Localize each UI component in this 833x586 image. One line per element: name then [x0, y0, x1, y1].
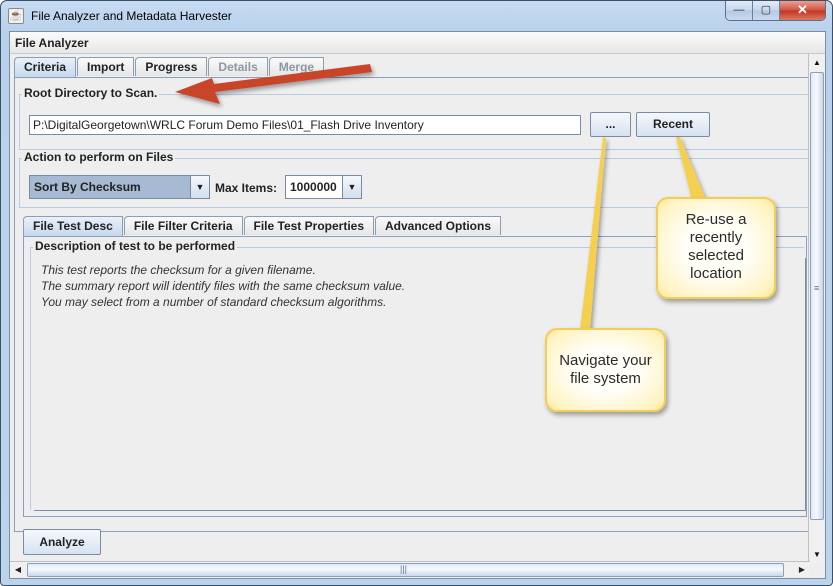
scroll-right-icon[interactable]: ▶: [794, 562, 810, 578]
title-bar[interactable]: ☕ File Analyzer and Metadata Harvester —…: [1, 1, 832, 31]
max-items-value: 1000000: [286, 176, 342, 198]
description-text: This test reports the checksum for a giv…: [41, 262, 405, 310]
vertical-scroll-thumb[interactable]: ≡: [810, 72, 824, 520]
description-line: This test reports the checksum for a giv…: [41, 263, 316, 277]
grip-icon: |||: [400, 564, 408, 574]
description-line: You may select from a number of standard…: [41, 295, 387, 309]
tab-file-test-desc[interactable]: File Test Desc: [23, 216, 123, 236]
callout-line: Navigate your: [559, 352, 652, 369]
root-directory-input[interactable]: P:\DigitalGeorgetown\WRLC Forum Demo Fil…: [29, 115, 581, 135]
maximize-button[interactable]: ▢: [753, 1, 780, 20]
max-items-label: Max Items:: [215, 181, 278, 195]
scroll-down-icon[interactable]: ▼: [809, 546, 825, 563]
action-select-value: Sort By Checksum: [30, 176, 190, 198]
window-title: File Analyzer and Metadata Harvester: [31, 9, 232, 23]
chevron-down-icon[interactable]: ▼: [342, 176, 361, 198]
criteria-panel: Root Directory to Scan. P:\DigitalGeorge…: [14, 77, 810, 555]
description-line: The summary report will identify files w…: [41, 279, 406, 293]
minimize-button[interactable]: —: [726, 1, 753, 20]
root-directory-label: Root Directory to Scan.: [22, 86, 160, 100]
max-items-select[interactable]: 1000000 ▼: [285, 175, 362, 199]
scroll-up-icon[interactable]: ▲: [809, 54, 825, 71]
java-app-icon: ☕: [8, 8, 24, 24]
action-label: Action to perform on Files: [22, 150, 176, 164]
horizontal-scrollbar[interactable]: ◀ ||| ▶: [10, 561, 810, 578]
callout-line: file system: [570, 370, 641, 387]
horizontal-scroll-thumb[interactable]: |||: [27, 563, 784, 577]
window-controls: — ▢ ✕: [725, 1, 826, 21]
chevron-down-icon[interactable]: ▼: [190, 176, 209, 198]
action-select[interactable]: Sort By Checksum ▼: [29, 175, 210, 199]
tab-details: Details: [208, 57, 268, 76]
main-tab-bar: Criteria Import Progress Details Merge: [14, 57, 325, 77]
description-label: Description of test to be performed: [33, 239, 238, 253]
recent-button[interactable]: Recent: [636, 112, 710, 137]
internal-frame-title: File Analyzer: [10, 32, 825, 54]
callout-line: selected: [688, 247, 744, 264]
scroll-left-icon[interactable]: ◀: [10, 562, 26, 578]
browse-button[interactable]: ...: [590, 112, 631, 137]
sub-tab-bar: File Test Desc File Filter Criteria File…: [23, 216, 502, 236]
recent-callout: Re-use a recently selected location: [656, 197, 776, 299]
close-button[interactable]: ✕: [780, 1, 825, 20]
grip-icon: ≡: [814, 283, 820, 293]
tab-file-test-properties[interactable]: File Test Properties: [243, 216, 374, 235]
tab-advanced-options[interactable]: Advanced Options: [375, 216, 502, 235]
callout-line: recently: [689, 229, 743, 246]
vertical-scrollbar[interactable]: ▲ ≡ ▼: [808, 54, 825, 563]
tab-file-filter-criteria[interactable]: File Filter Criteria: [123, 216, 243, 235]
client-area: File Analyzer Criteria Import Progress D…: [9, 31, 826, 579]
browse-callout: Navigate your file system: [545, 328, 666, 412]
callout-line: Re-use a: [685, 211, 747, 228]
tab-progress[interactable]: Progress: [135, 57, 208, 76]
callout-line: location: [690, 265, 742, 282]
tab-criteria[interactable]: Criteria: [14, 57, 77, 77]
analyze-button[interactable]: Analyze: [23, 529, 101, 555]
tab-merge: Merge: [268, 57, 325, 76]
tab-import[interactable]: Import: [77, 57, 135, 76]
